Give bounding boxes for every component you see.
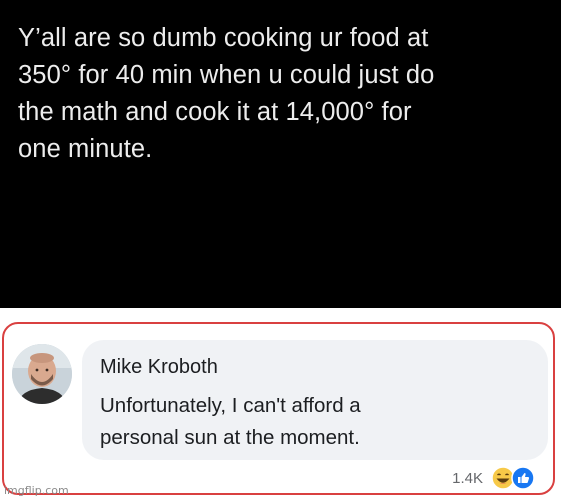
post-line: the math and cook it at 14,000° for [18,98,412,126]
post-text: Y’all are so dumb cooking ur food at 350… [18,20,548,168]
avatar-photo [12,344,72,404]
imgflip-watermark: imgflip.com [4,484,69,497]
comment-bubble: Mike Kroboth Unfortunately, I can't affo… [82,340,548,460]
reaction-summary[interactable]: 1.4K [452,466,535,490]
meme-canvas: Y’all are so dumb cooking ur food at 350… [0,0,561,500]
comment-card: Mike Kroboth Unfortunately, I can't affo… [2,322,555,495]
comment-line: Unfortunately, I can't afford a [100,394,361,417]
comment-line: personal sun at the moment. [100,426,360,449]
comment-author[interactable]: Mike Kroboth [100,356,218,379]
like-thumb-icon [511,466,535,490]
avatar[interactable] [12,344,72,404]
post-line: Y’all are so dumb cooking ur food at [18,24,429,52]
comment-text: Unfortunately, I can't afford a personal… [100,390,540,454]
post-line: 350° for 40 min when u could just do [18,61,435,89]
dark-post: Y’all are so dumb cooking ur food at 350… [0,0,561,308]
reaction-count: 1.4K [452,469,483,487]
post-line: one minute. [18,135,153,163]
